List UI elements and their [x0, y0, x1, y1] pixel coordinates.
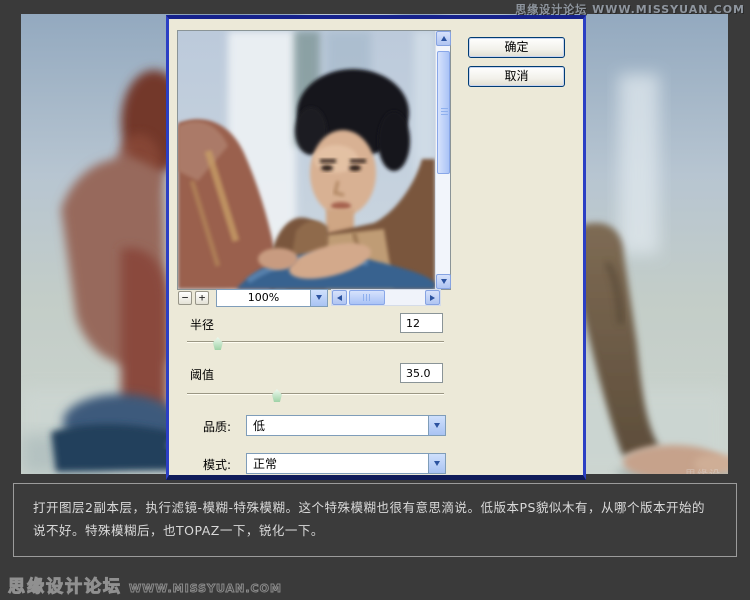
mode-dropdown-button[interactable]: [428, 454, 445, 473]
arrow-down-icon: [440, 279, 447, 284]
chevron-down-icon: [434, 461, 440, 466]
radius-input[interactable]: [400, 313, 443, 333]
cancel-button[interactable]: 取消: [468, 66, 565, 87]
smart-blur-dialog: − + 100% 确定 取消 半径 阈值 品质: 低 模式: 正常: [166, 15, 586, 480]
zoom-level-value: 100%: [247, 291, 280, 304]
quality-label: 品质:: [203, 420, 232, 434]
threshold-input[interactable]: [400, 363, 443, 383]
scroll-down-button[interactable]: [436, 274, 451, 289]
threshold-label: 阈值: [190, 368, 215, 382]
quality-dropdown-button[interactable]: [428, 416, 445, 435]
zoom-in-button[interactable]: +: [195, 290, 209, 305]
mode-label: 模式:: [203, 458, 232, 472]
preview-horizontal-scrollbar[interactable]: [331, 289, 441, 306]
tutorial-caption-text: 打开图层2副本层，执行滤镜-模糊-特殊模糊。这个特殊模糊也很有意思滴说。低版本P…: [33, 500, 705, 538]
footer-site-name: 思缘设计论坛: [8, 577, 122, 598]
ok-button[interactable]: 确定: [468, 37, 565, 58]
arrow-right-icon: [430, 294, 435, 301]
preview-portrait-image: [178, 31, 435, 289]
zoom-dropdown-button[interactable]: [310, 289, 327, 306]
quality-value: 低: [253, 419, 266, 433]
quality-dropdown[interactable]: 低: [246, 415, 446, 436]
preview-vertical-scrollbar[interactable]: [435, 31, 451, 289]
preview-zoom-controls: − + 100%: [178, 288, 441, 307]
radius-slider[interactable]: [187, 337, 444, 350]
zoom-level-dropdown[interactable]: 100%: [216, 288, 328, 307]
scroll-up-button[interactable]: [436, 31, 451, 46]
vertical-scrollbar-thumb[interactable]: [437, 51, 450, 174]
chevron-down-icon: [434, 423, 440, 428]
mode-value: 正常: [253, 457, 278, 471]
filter-preview: [177, 30, 451, 290]
threshold-slider[interactable]: [187, 389, 444, 402]
threshold-slider-thumb[interactable]: [271, 389, 282, 402]
page: { "watermark_top": { "text": "思缘设计论坛 WWW…: [0, 0, 750, 600]
tutorial-caption-panel: 打开图层2副本层，执行滤镜-模糊-特殊模糊。这个特殊模糊也很有意思滴说。低版本P…: [13, 483, 737, 557]
chevron-down-icon: [316, 295, 322, 300]
scroll-left-button[interactable]: [332, 290, 347, 305]
arrow-left-icon: [337, 294, 342, 301]
footer-logo: 思缘设计论坛 WWW.MISSYUAN.COM: [8, 572, 282, 598]
footer-site-url: WWW.MISSYUAN.COM: [129, 582, 282, 596]
photo-watermark: 思缘设计网: [685, 466, 728, 474]
scroll-right-button[interactable]: [425, 290, 440, 305]
radius-label: 半径: [190, 318, 215, 332]
zoom-out-button[interactable]: −: [178, 290, 192, 305]
mode-dropdown[interactable]: 正常: [246, 453, 446, 474]
preview-image[interactable]: [178, 31, 435, 289]
horizontal-scrollbar-thumb[interactable]: [349, 290, 385, 305]
arrow-up-icon: [440, 36, 447, 41]
radius-slider-thumb[interactable]: [212, 337, 223, 350]
